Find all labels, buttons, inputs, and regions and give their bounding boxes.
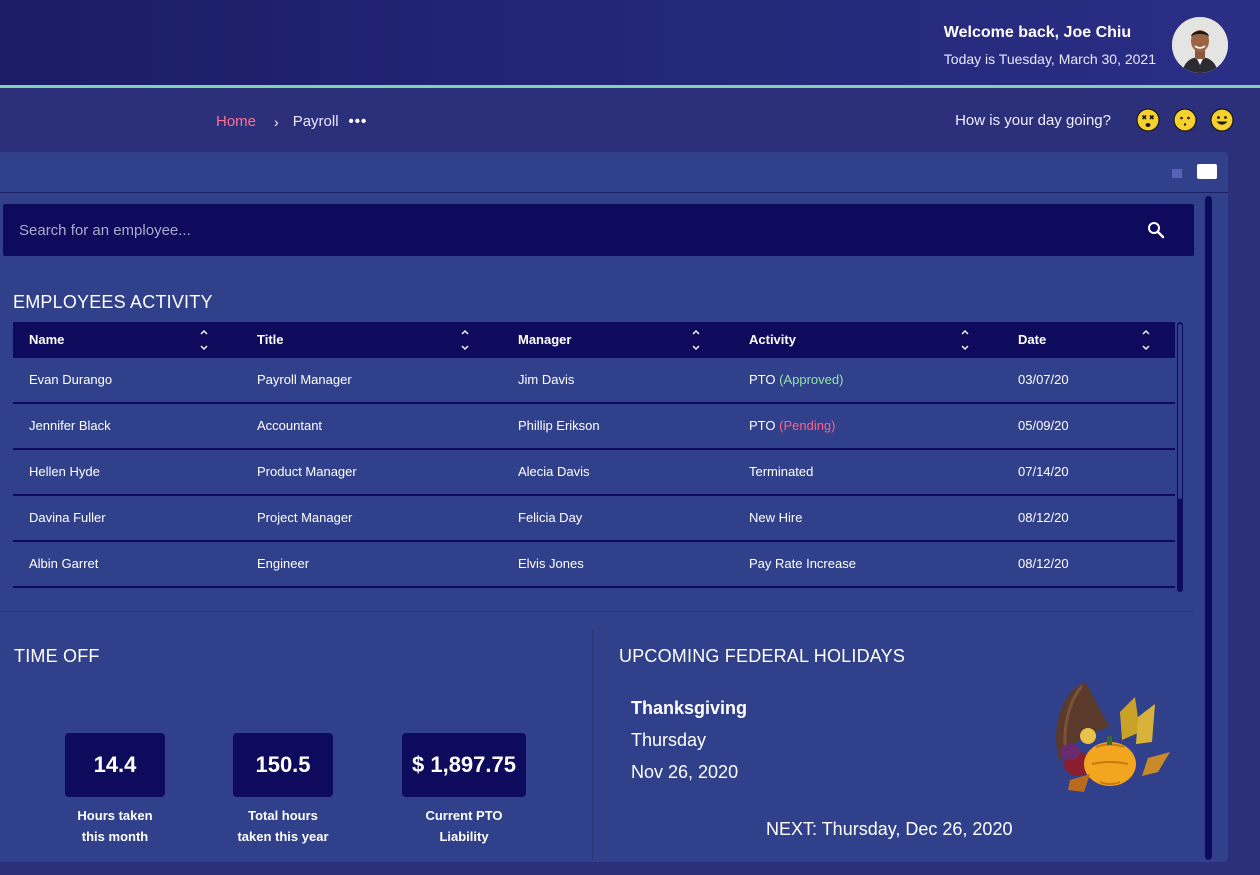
cell-date: 08/12/20 [1018,510,1069,525]
next-holiday: NEXT: Thursday, Dec 26, 2020 [766,819,1013,839]
welcome-text: Welcome back, Joe Chiu [943,24,1132,41]
breadcrumb-current: Payroll [292,113,339,130]
panel-scrollbar[interactable] [1205,196,1212,860]
search-icon[interactable] [1147,221,1165,239]
cell-title: Accountant [257,418,323,433]
breadcrumb: Home › Payroll ••• [216,113,367,130]
column-divider [592,630,593,860]
column-header-activity[interactable]: Activity [749,322,796,358]
table-scrollbar[interactable] [1177,322,1183,592]
mood-label: How is your day going? [955,111,1111,129]
welcome-block: Welcome back, Joe Chiu Today is Tuesday,… [944,24,1156,67]
table-row[interactable]: Davina Fuller Project Manager Felicia Da… [13,496,1175,542]
cell-name: Davina Fuller [29,510,106,525]
cell-manager: Elvis Jones [518,556,584,571]
sort-arrows-icon[interactable] [960,328,970,352]
holiday-name: Thanksgiving [631,698,748,718]
employees-activity-title: EMPLOYEES ACTIVITY [13,292,213,312]
cell-manager: Alecia Davis [518,464,590,479]
stat-label-line: Hours taken [77,808,153,823]
time-off-title: TIME OFF [14,646,100,666]
top-header: Welcome back, Joe Chiu Today is Tuesday,… [0,0,1260,88]
employee-search [3,204,1194,256]
stat-label-line: Current PTO [425,808,503,823]
stat-label-line: this month [81,829,149,844]
cell-name: Hellen Hyde [29,464,100,479]
cell-activity: New Hire [749,510,803,525]
table-row[interactable]: Albin Garret Engineer Elvis Jones Pay Ra… [13,542,1175,588]
stat-label-line: taken this year [237,829,329,844]
more-options-icon[interactable]: ••• [349,113,368,130]
hours-year-value: 150.5 [233,733,333,797]
stat-label-line: Liability [439,829,489,844]
table-row[interactable]: Jennifer Black Accountant Phillip Erikso… [13,404,1175,450]
hours-year-label: Total hours taken this year [223,805,343,847]
search-input[interactable] [3,204,1133,256]
column-header-date[interactable]: Date [1018,322,1046,358]
user-avatar-photo-icon [1172,17,1228,73]
cell-title: Payroll Manager [257,372,352,387]
activity-type: PTO [749,418,776,433]
sort-arrows-icon[interactable] [1141,328,1151,352]
pto-liability-value: $ 1,897.75 [402,733,526,797]
cell-activity: Terminated [749,464,814,479]
cell-name: Jennifer Black [29,418,111,433]
table-row[interactable]: Hellen Hyde Product Manager Alecia Davis… [13,450,1175,496]
cell-manager: Jim Davis [518,372,575,387]
activity-table: Name Title Manager Activity Date Evan Du… [13,322,1175,588]
cell-title: Product Manager [257,464,357,479]
hours-month-value: 14.4 [65,733,165,797]
cell-date: 07/14/20 [1018,464,1069,479]
column-header-name[interactable]: Name [29,322,64,358]
cell-activity: PTO (Pending) [749,404,836,448]
mood-selector: How is your day going? [955,108,1234,132]
compact-view-toggle-icon[interactable] [1172,169,1182,178]
dizzy-face-icon[interactable] [1136,108,1160,132]
pto-liability-label: Current PTO Liability [404,805,524,847]
cell-name: Albin Garret [29,556,99,571]
hours-month-label: Hours taken this month [55,805,175,847]
stat-label-line: Total hours [248,808,318,823]
section-divider [0,611,1195,612]
cell-manager: Phillip Erikson [518,418,600,433]
table-scrollbar-thumb[interactable] [1178,324,1182,499]
cell-date: 08/12/20 [1018,556,1069,571]
panel-toolbar [0,152,1228,193]
column-header-manager[interactable]: Manager [518,322,571,358]
sort-arrows-icon[interactable] [691,328,701,352]
table-row[interactable]: Evan Durango Payroll Manager Jim Davis P… [13,358,1175,404]
sort-arrows-icon[interactable] [199,328,209,352]
status-approved: (Approved) [779,372,844,387]
chevron-right-icon: › [274,113,279,130]
cell-date: 03/07/20 [1018,372,1069,387]
activity-type: PTO [749,372,776,387]
breadcrumb-home-link[interactable]: Home [216,113,256,130]
cornucopia-icon [1056,682,1170,792]
holidays-title: UPCOMING FEDERAL HOLIDAYS [619,646,906,666]
neutral-face-icon[interactable] [1173,108,1197,132]
holiday-weekday: Thursday [631,730,707,750]
smiling-face-icon[interactable] [1210,108,1234,132]
cell-manager: Felicia Day [518,510,583,525]
cell-activity: Pay Rate Increase [749,556,856,571]
cell-name: Evan Durango [29,372,113,387]
column-header-title[interactable]: Title [257,322,284,358]
cell-activity: PTO (Approved) [749,358,843,402]
date-text: Today is Tuesday, March 30, 2021 [943,51,1156,67]
expanded-view-toggle-icon[interactable] [1197,164,1217,179]
cell-title: Project Manager [257,510,353,525]
table-header: Name Title Manager Activity Date [13,322,1175,358]
sort-arrows-icon[interactable] [460,328,470,352]
status-pending: (Pending) [779,418,836,433]
cell-title: Engineer [257,556,310,571]
avatar[interactable] [1172,17,1228,73]
holiday-date: Nov 26, 2020 [631,762,739,782]
cell-date: 05/09/20 [1018,418,1069,433]
